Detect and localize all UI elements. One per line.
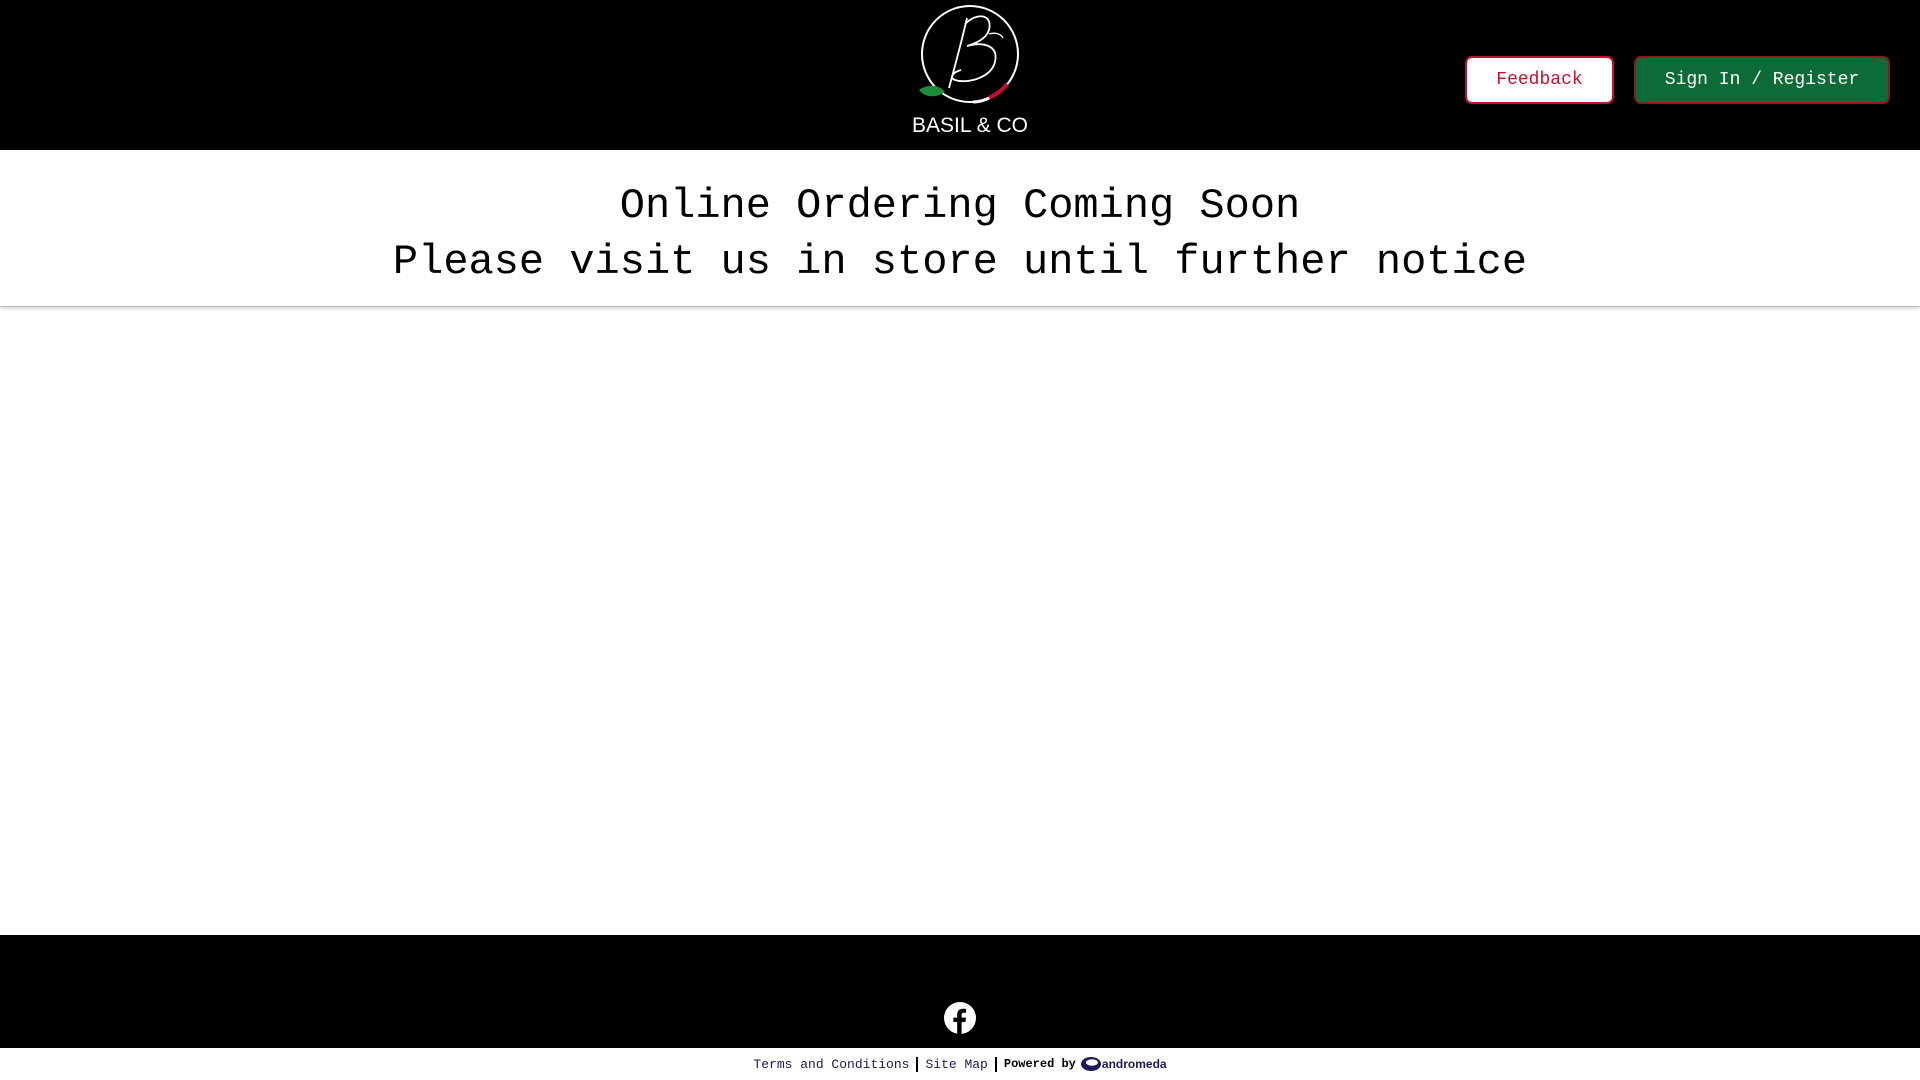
notice-heading: Online Ordering Coming Soon [619, 182, 1301, 230]
site-map-link[interactable]: Site Map [925, 1057, 987, 1072]
facebook-icon[interactable] [943, 1001, 977, 1035]
logo-monogram-icon [919, 5, 1019, 104]
basil-co-logo[interactable]: BASIL & CO [910, 4, 1030, 146]
page: BASIL & CO Feedback Sign In / Register O… [0, 0, 1920, 1080]
terms-and-conditions-link[interactable]: Terms and Conditions [753, 1057, 909, 1072]
andromeda-icon [1080, 1057, 1101, 1071]
powered-by[interactable]: Powered by andromeda [1004, 1056, 1167, 1072]
logo-text: BASIL & CO [912, 114, 1028, 137]
andromeda-logo: andromeda [1080, 1056, 1167, 1072]
feedback-button[interactable]: Feedback [1465, 56, 1614, 104]
legal-links-bar: Terms and Conditions Site Map Powered by… [0, 1048, 1920, 1080]
andromeda-brand: andromeda [1101, 1057, 1167, 1071]
ordering-notice-banner: Online Ordering Coming Soon Please visit… [0, 150, 1920, 307]
link-divider [994, 1056, 997, 1072]
site-header: BASIL & CO Feedback Sign In / Register [0, 0, 1920, 150]
sign-in-register-button[interactable]: Sign In / Register [1634, 56, 1890, 104]
link-divider [916, 1056, 919, 1072]
notice-subheading: Please visit us in store until further n… [392, 238, 1528, 286]
site-footer [0, 935, 1920, 1048]
powered-by-label: Powered by [1003, 1057, 1076, 1071]
